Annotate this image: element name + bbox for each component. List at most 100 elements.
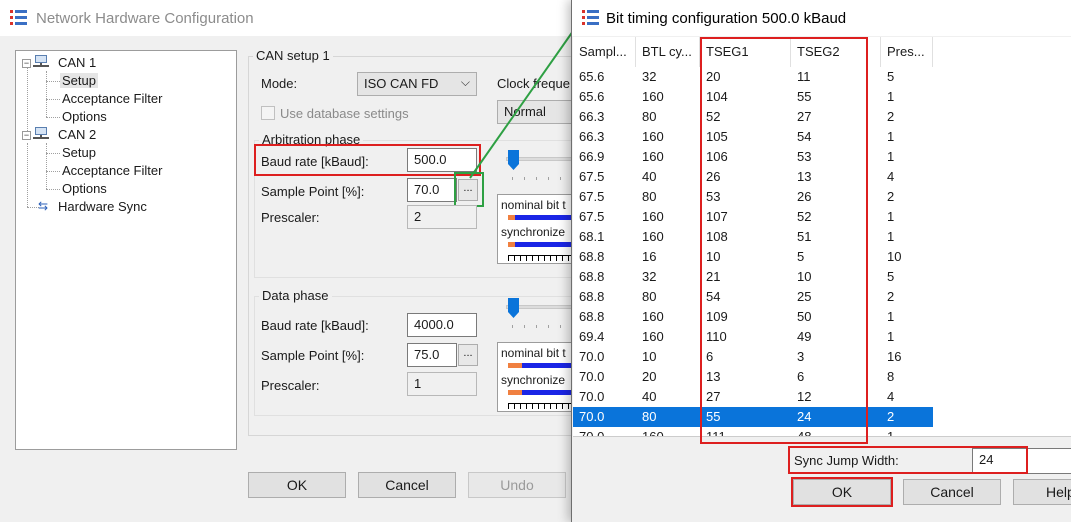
column-header-btl-cycles[interactable]: BTL cy... bbox=[636, 37, 700, 67]
mode-label: Mode: bbox=[261, 76, 298, 91]
dialog-help-button[interactable]: Help bbox=[1013, 479, 1071, 505]
cell-prescaler: 2 bbox=[887, 289, 895, 304]
tree-item-can1[interactable]: CAN 1 bbox=[58, 55, 96, 70]
cell-btl-cycles: 80 bbox=[642, 189, 657, 204]
cell-prescaler: 1 bbox=[887, 89, 895, 104]
cell-sample-point: 68.8 bbox=[579, 309, 605, 324]
dialog-title-bar: Bit timing configuration 500.0 kBaud bbox=[572, 0, 1071, 36]
data-baud-label: Baud rate [kBaud]: bbox=[261, 318, 369, 333]
dialog-cancel-button[interactable]: Cancel bbox=[903, 479, 1001, 505]
tree-item-can2-setup[interactable]: Setup bbox=[62, 145, 96, 160]
cell-btl-cycles: 160 bbox=[642, 329, 664, 344]
cell-btl-cycles: 160 bbox=[642, 309, 664, 324]
cell-sample-point: 70.0 bbox=[579, 349, 605, 364]
can-setup-label: CAN setup 1 bbox=[253, 48, 333, 63]
app-icon bbox=[582, 10, 600, 26]
cell-sample-point: 68.8 bbox=[579, 289, 605, 304]
config-tree[interactable]: − CAN 1 Setup Acceptance Filter Options … bbox=[15, 50, 237, 450]
cell-prescaler: 4 bbox=[887, 169, 895, 184]
data-sample-label: Sample Point [%]: bbox=[261, 348, 365, 363]
tree-item-can1-options[interactable]: Options bbox=[62, 109, 107, 124]
cell-sample-point: 67.5 bbox=[579, 169, 605, 184]
cell-sample-point: 68.8 bbox=[579, 269, 605, 284]
main-ok-button[interactable]: OK bbox=[248, 472, 346, 498]
baud-highlight bbox=[254, 144, 481, 176]
mode-select[interactable]: ISO CAN FD ⌵ bbox=[357, 72, 477, 96]
arb-sample-label: Sample Point [%]: bbox=[261, 184, 365, 199]
connector-arrow bbox=[469, 18, 582, 179]
cell-btl-cycles: 40 bbox=[642, 389, 657, 404]
data-bit-timing-button[interactable]: ... bbox=[458, 344, 478, 366]
cell-btl-cycles: 32 bbox=[642, 69, 657, 84]
cell-btl-cycles: 160 bbox=[642, 129, 664, 144]
cell-btl-cycles: 160 bbox=[642, 429, 664, 437]
cell-sample-point: 68.8 bbox=[579, 249, 605, 264]
cell-sample-point: 67.5 bbox=[579, 189, 605, 204]
cell-prescaler: 1 bbox=[887, 309, 895, 324]
cell-prescaler: 1 bbox=[887, 129, 895, 144]
main-window-title: Network Hardware Configuration bbox=[36, 10, 254, 27]
cell-btl-cycles: 80 bbox=[642, 109, 657, 124]
tree-item-can2-options[interactable]: Options bbox=[62, 181, 107, 196]
cell-sample-point: 66.3 bbox=[579, 109, 605, 124]
cell-prescaler: 2 bbox=[887, 189, 895, 204]
arb-sample-input[interactable]: 70.0 bbox=[407, 178, 457, 202]
cell-sample-point: 70.0 bbox=[579, 409, 605, 424]
tree-item-can2-acceptance-filter[interactable]: Acceptance Filter bbox=[62, 163, 162, 178]
cell-sample-point: 67.5 bbox=[579, 209, 605, 224]
cell-sample-point: 70.0 bbox=[579, 389, 605, 404]
cell-btl-cycles: 80 bbox=[642, 409, 657, 424]
cell-sample-point: 65.6 bbox=[579, 89, 605, 104]
cell-btl-cycles: 160 bbox=[642, 89, 664, 104]
cell-sample-point: 70.0 bbox=[579, 369, 605, 384]
cell-btl-cycles: 16 bbox=[642, 249, 657, 264]
cell-btl-cycles: 40 bbox=[642, 169, 657, 184]
use-database-checkbox[interactable] bbox=[261, 106, 275, 120]
data-sample-input[interactable]: 75.0 bbox=[407, 343, 457, 367]
sjw-highlight bbox=[788, 446, 1028, 474]
cell-sample-point: 66.9 bbox=[579, 149, 605, 164]
data-prescaler-label: Prescaler: bbox=[261, 378, 320, 393]
cell-sample-point: 65.6 bbox=[579, 69, 605, 84]
bit-timing-dialog: Bit timing configuration 500.0 kBaud Sam… bbox=[571, 0, 1071, 522]
data-prescaler-field: 1 bbox=[407, 372, 477, 396]
cell-prescaler: 10 bbox=[887, 249, 902, 264]
app-icon bbox=[10, 10, 28, 26]
tree-item-can1-setup[interactable]: Setup bbox=[60, 73, 98, 88]
cell-btl-cycles: 160 bbox=[642, 209, 664, 224]
ok-highlight bbox=[791, 477, 893, 507]
cell-prescaler: 1 bbox=[887, 209, 895, 224]
cell-sample-point: 70.0 bbox=[579, 429, 605, 437]
network-icon bbox=[33, 55, 49, 72]
cell-prescaler: 4 bbox=[887, 389, 895, 404]
dialog-title: Bit timing configuration 500.0 kBaud bbox=[606, 10, 847, 27]
tree-item-can1-acceptance-filter[interactable]: Acceptance Filter bbox=[62, 91, 162, 106]
cell-sample-point: 69.4 bbox=[579, 329, 605, 344]
cell-prescaler: 1 bbox=[887, 229, 895, 244]
main-cancel-button[interactable]: Cancel bbox=[358, 472, 456, 498]
cell-prescaler: 5 bbox=[887, 69, 895, 84]
main-undo-button[interactable]: Undo bbox=[468, 472, 566, 498]
data-nominal-label: nominal bit t bbox=[501, 346, 566, 360]
tree-item-hardware-sync[interactable]: Hardware Sync bbox=[58, 199, 147, 214]
cell-prescaler: 8 bbox=[887, 369, 895, 384]
cell-prescaler: 5 bbox=[887, 269, 895, 284]
arb-sync-label: synchronize bbox=[501, 225, 566, 239]
column-header-prescaler[interactable]: Pres... bbox=[881, 37, 933, 67]
arb-nominal-label: nominal bit t bbox=[501, 198, 566, 212]
can2-expander[interactable]: − bbox=[22, 131, 31, 140]
cell-btl-cycles: 160 bbox=[642, 229, 664, 244]
cell-prescaler: 2 bbox=[887, 409, 895, 424]
data-sync-label: synchronize bbox=[501, 373, 566, 387]
can1-expander[interactable]: − bbox=[22, 59, 31, 68]
arb-prescaler-field: 2 bbox=[407, 205, 477, 229]
cell-btl-cycles: 32 bbox=[642, 269, 657, 284]
arb-prescaler-label: Prescaler: bbox=[261, 210, 320, 225]
tseg-highlight bbox=[700, 37, 868, 444]
cell-btl-cycles: 20 bbox=[642, 369, 657, 384]
cell-btl-cycles: 80 bbox=[642, 289, 657, 304]
column-header-sample-point[interactable]: Sampl... bbox=[573, 37, 636, 67]
tree-item-can2[interactable]: CAN 2 bbox=[58, 127, 96, 142]
data-baud-input[interactable]: 4000.0 bbox=[407, 313, 477, 337]
cell-btl-cycles: 10 bbox=[642, 349, 657, 364]
